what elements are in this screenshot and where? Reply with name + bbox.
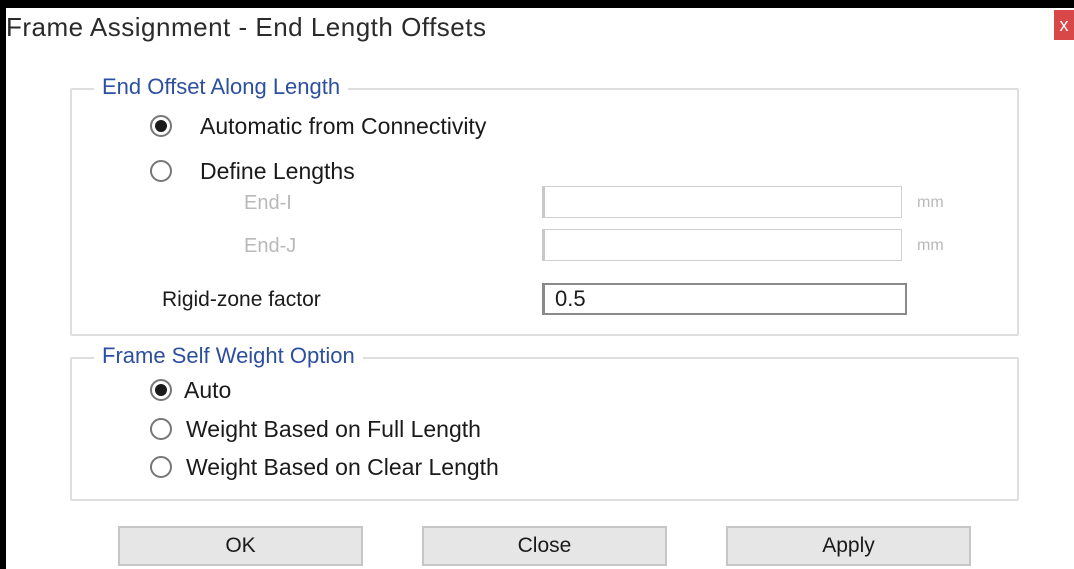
end-i-label: End-I [244, 192, 292, 214]
radio-auto[interactable]: Auto [150, 373, 231, 407]
self-weight-group: Frame Self Weight Option Auto Weight Bas… [70, 343, 1019, 501]
radio-button[interactable] [150, 456, 172, 478]
radio-button-checked[interactable] [150, 115, 172, 137]
window-title: Frame Assignment - End Length Offsets [6, 12, 487, 42]
rigid-zone-factor-label: Rigid-zone factor [162, 288, 321, 311]
radio-weight-full-length[interactable]: Weight Based on Full Length [150, 412, 481, 446]
radio-label: Define Lengths [200, 157, 355, 184]
end-j-label: End-J [244, 235, 297, 257]
rigid-zone-factor-input[interactable] [542, 283, 907, 315]
radio-button[interactable] [150, 418, 172, 440]
radio-button[interactable] [150, 160, 172, 182]
window-top-border [0, 0, 1074, 8]
end-offset-group-legend: End Offset Along Length [94, 74, 349, 100]
radio-label: Automatic from Connectivity [200, 112, 487, 139]
apply-button[interactable]: Apply [726, 526, 971, 566]
ok-button[interactable]: OK [118, 526, 363, 566]
radio-define-lengths[interactable]: Define Lengths [150, 154, 355, 188]
end-j-unit: mm [917, 237, 944, 254]
end-j-input[interactable] [542, 229, 902, 261]
dialog-window: Frame Assignment - End Length Offsets x … [0, 0, 1074, 569]
radio-weight-clear-length[interactable]: Weight Based on Clear Length [150, 450, 499, 484]
end-i-input[interactable] [542, 186, 902, 218]
radio-button-checked[interactable] [150, 379, 172, 401]
radio-label: Weight Based on Clear Length [186, 453, 499, 480]
end-offset-group: End Offset Along Length Automatic from C… [70, 74, 1019, 336]
window-left-border [0, 0, 6, 569]
radio-automatic-from-connectivity[interactable]: Automatic from Connectivity [150, 109, 486, 143]
radio-label: Auto [184, 376, 232, 403]
title-bar[interactable]: Frame Assignment - End Length Offsets x [6, 8, 1074, 56]
close-icon: x [1059, 15, 1069, 35]
self-weight-group-legend: Frame Self Weight Option [94, 343, 363, 369]
close-window-button[interactable]: x [1054, 10, 1074, 40]
end-i-unit: mm [917, 194, 944, 211]
close-button[interactable]: Close [422, 526, 667, 566]
radio-label: Weight Based on Full Length [186, 415, 481, 442]
